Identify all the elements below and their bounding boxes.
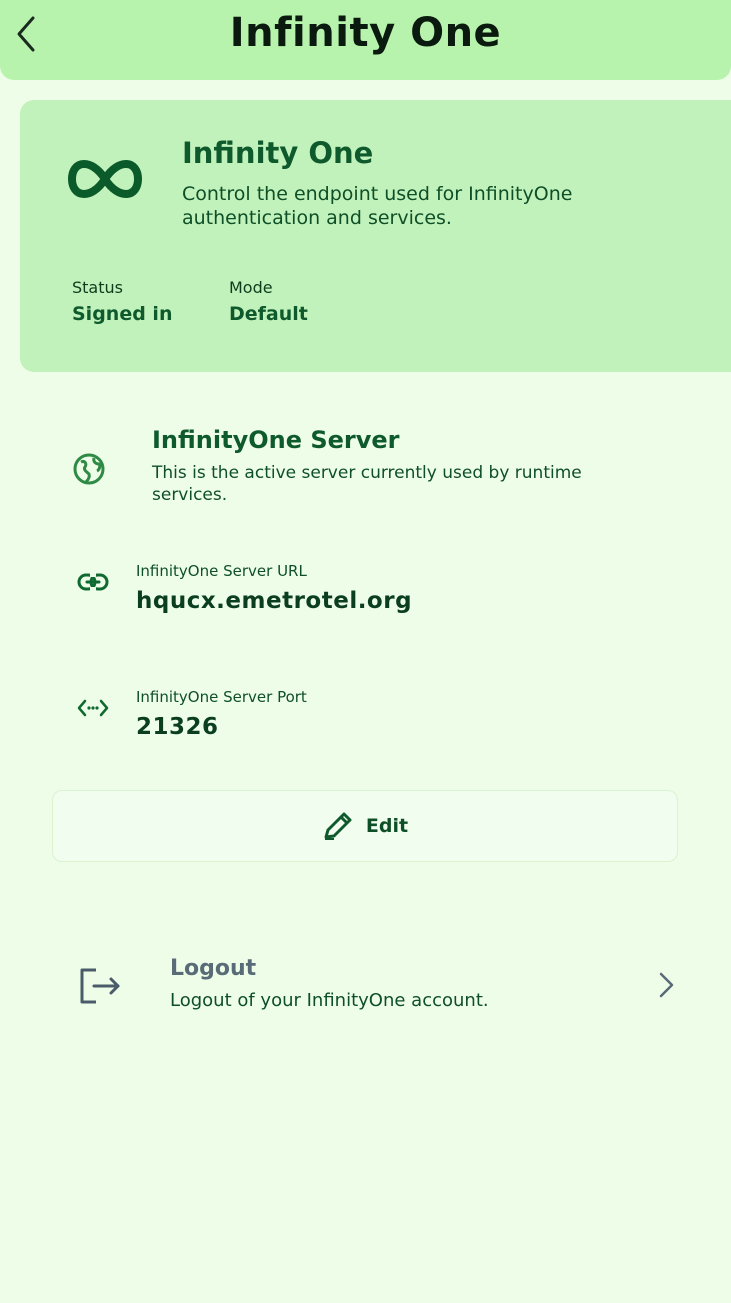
server-info: InfinityOne Server This is the active se… <box>72 426 672 506</box>
status-value: Signed in <box>72 303 173 325</box>
mode-label: Mode <box>229 278 273 297</box>
server-title: InfinityOne Server <box>152 426 400 454</box>
server-url-value: hqucx.emetrotel.org <box>136 588 413 614</box>
mode-stat: Mode Default <box>229 278 308 325</box>
server-port-label: InfinityOne Server Port <box>136 688 307 706</box>
chevron-right-icon <box>659 972 674 998</box>
logout-title: Logout <box>170 956 257 981</box>
hero-card: Infinity One Control the endpoint used f… <box>20 100 731 372</box>
server-url-field[interactable]: InfinityOne Server URL hqucx.emetrotel.o… <box>72 562 672 622</box>
edit-label: Edit <box>365 815 409 837</box>
globe-icon <box>73 453 105 485</box>
server-url-label: InfinityOne Server URL <box>136 562 307 580</box>
server-port-field[interactable]: InfinityOne Server Port 21326 <box>72 688 672 748</box>
logout-row[interactable]: Logout Logout of your InfinityOne accoun… <box>72 950 682 1030</box>
hero-description: Control the endpoint used for InfinityOn… <box>182 183 573 229</box>
status-label: Status <box>72 278 123 297</box>
pencil-icon <box>324 812 352 840</box>
code-arrows-icon <box>77 699 109 717</box>
server-description: This is the active server currently used… <box>152 463 582 505</box>
server-port-value: 21326 <box>136 714 219 740</box>
infinity-icon <box>68 160 142 198</box>
app-title: Infinity One <box>229 10 502 56</box>
status-stat: Status Signed in <box>72 278 172 325</box>
mode-value: Default <box>229 303 308 325</box>
edit-button[interactable]: Edit <box>52 790 678 862</box>
logout-description: Logout of your InfinityOne account. <box>170 990 489 1011</box>
hero-title: Infinity One <box>182 136 374 170</box>
link-icon <box>77 573 109 591</box>
top-app-bar: Infinity One <box>0 0 731 80</box>
logout-icon <box>80 968 120 1004</box>
